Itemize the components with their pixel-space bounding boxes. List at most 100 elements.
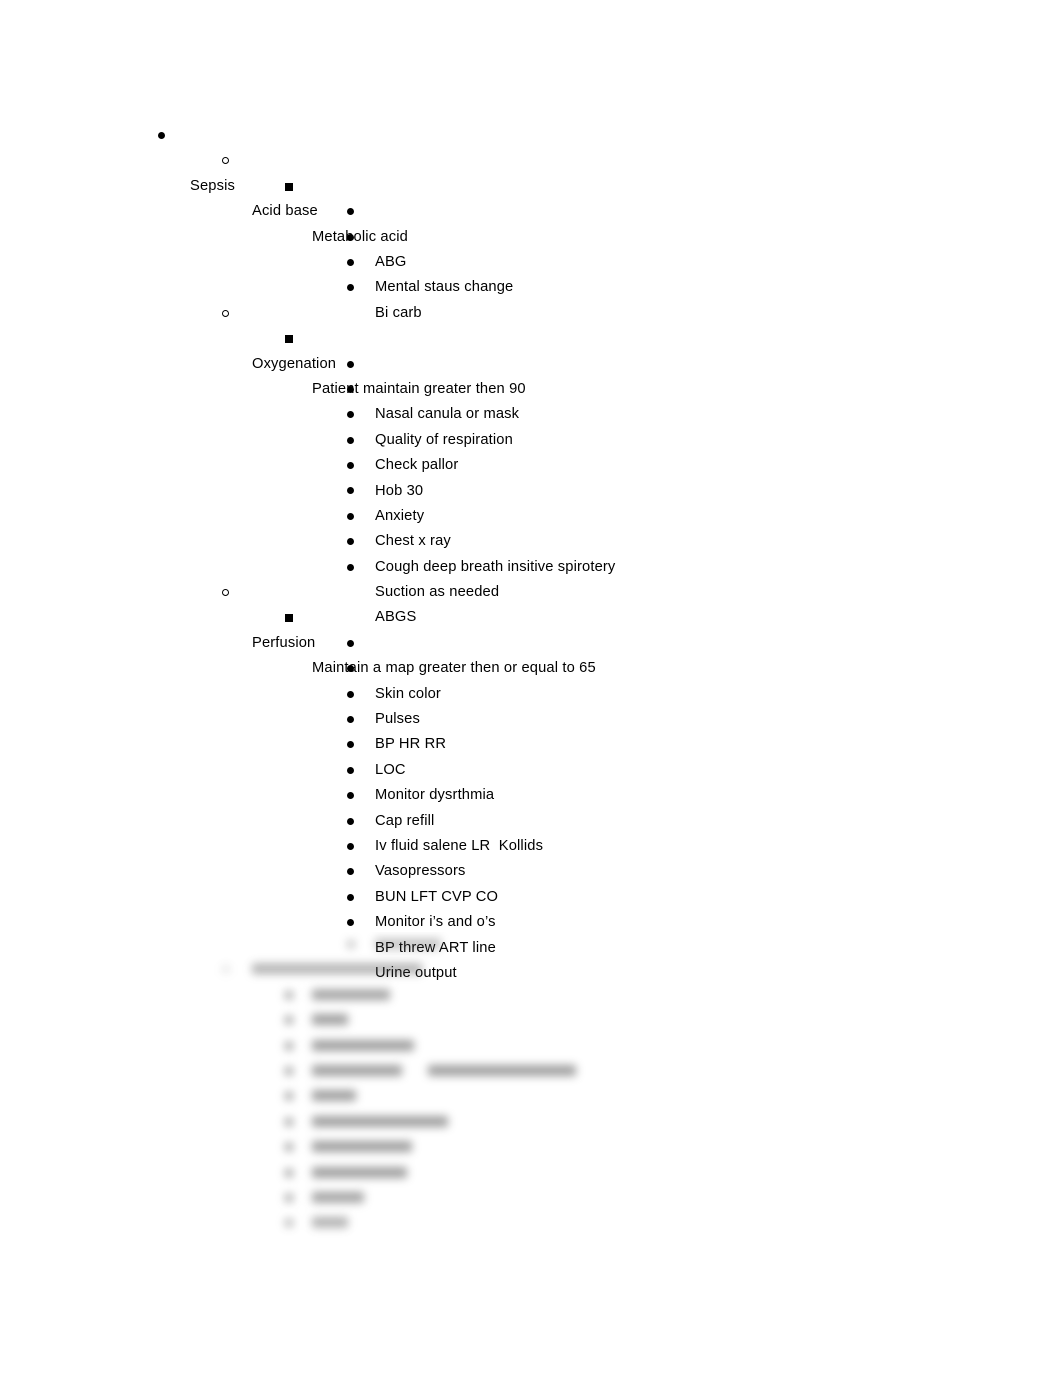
outline-item[interactable]: Cough deep breath insitive spirotery: [0, 504, 1062, 575]
outline-item[interactable]: Suction as needed: [0, 529, 1062, 600]
outline-item[interactable]: Cap refill: [0, 758, 1062, 829]
disc-bullet-icon: [158, 132, 165, 139]
square-bullet-icon: [285, 614, 293, 623]
disc-bullet-icon: [347, 817, 354, 825]
outline-item[interactable]: Hob 30: [0, 428, 1062, 499]
redacted-text-bar: [312, 988, 390, 1000]
disc-bullet-icon: [347, 741, 354, 749]
redacted-row: [0, 1084, 1062, 1109]
outline-item[interactable]: BUN LFT CVP CO: [0, 834, 1062, 905]
redacted-bullet-icon: [285, 1193, 293, 1202]
outline-item-oxygenation[interactable]: Oxygenation: [0, 301, 1062, 372]
outline-item[interactable]: Chest x ray: [0, 478, 1062, 549]
outline-item[interactable]: Mental staus change: [0, 225, 1062, 295]
outline-item[interactable]: ABG: [0, 199, 1062, 270]
document-page: Sepsis Acid base Metabolic acid ABG Ment…: [0, 0, 1062, 1377]
outline-item[interactable]: Check pallor: [0, 402, 1062, 473]
redacted-row: [0, 932, 1062, 957]
redacted-row: [0, 957, 1062, 982]
redacted-text-bar: [312, 1014, 348, 1026]
redacted-text-bar: [312, 1039, 414, 1051]
disc-bullet-icon: [347, 487, 354, 495]
redacted-row: [0, 1110, 1062, 1135]
redacted-row: [0, 1211, 1062, 1236]
disc-bullet-icon: [347, 792, 354, 800]
redacted-row: [0, 1186, 1062, 1211]
redacted-bullet-icon: [285, 1092, 293, 1101]
outline-item-maintain-map-65[interactable]: Maintain a map greater then or equal to …: [0, 605, 1062, 676]
redacted-row: [0, 1059, 1062, 1084]
disc-bullet-icon: [347, 208, 354, 216]
redacted-row: [0, 983, 1062, 1008]
redacted-bullet-icon: [285, 1219, 293, 1228]
outline-item[interactable]: Anxiety: [0, 453, 1062, 524]
redacted-bullet-icon: [285, 990, 293, 999]
redacted-row: [0, 1034, 1062, 1059]
disc-bullet-icon: [347, 512, 354, 520]
redacted-text-bar: [312, 1141, 412, 1153]
redacted-bullet-icon: [285, 1143, 293, 1152]
outline-item-perfusion[interactable]: Perfusion: [0, 580, 1062, 651]
redacted-text-bar: [312, 1191, 364, 1203]
redacted-text-bar: [312, 1115, 448, 1127]
disc-bullet-icon: [347, 563, 354, 571]
disc-bullet-icon: [347, 462, 354, 470]
outline-item[interactable]: LOC: [0, 707, 1062, 778]
outline-item[interactable]: Pulses: [0, 656, 1062, 727]
disc-bullet-icon: [347, 715, 354, 723]
circle-bullet-icon: [222, 589, 229, 597]
square-bullet-icon: [285, 182, 293, 191]
disc-bullet-icon: [347, 284, 354, 292]
outline-item[interactable]: Monitor dysrthmia: [0, 732, 1062, 803]
redacted-text-bar: [428, 1064, 576, 1076]
redacted-bullet-icon: [285, 1041, 293, 1050]
disc-bullet-icon: [347, 360, 354, 368]
outline-item[interactable]: Nasal canula or mask: [0, 352, 1062, 422]
disc-bullet-icon: [347, 893, 354, 901]
redacted-text-bar: [312, 1217, 348, 1229]
square-bullet-icon: [285, 335, 293, 344]
disc-bullet-icon: [347, 233, 354, 241]
disc-bullet-icon: [347, 639, 354, 647]
disc-bullet-icon: [347, 411, 354, 419]
outline-item-empty[interactable]: [0, 275, 1062, 300]
disc-bullet-icon: [347, 690, 354, 698]
redacted-row: [0, 1008, 1062, 1033]
outline-item-metabolic-acid[interactable]: Metabolic acid: [0, 174, 1062, 245]
outline-item[interactable]: Monitor i’s and o’s: [0, 859, 1062, 930]
circle-bullet-icon: [222, 157, 229, 165]
outline-item[interactable]: Bi carb: [0, 250, 1062, 321]
redacted-outline-tail: [0, 932, 1062, 1262]
sepsis-outline: Sepsis Acid base Metabolic acid ABG Ment…: [0, 123, 1062, 981]
redacted-text-bar: [312, 1090, 356, 1102]
redacted-bullet-icon: [222, 965, 230, 974]
redacted-bullet-icon: [347, 940, 355, 948]
outline-item[interactable]: Quality of respiration: [0, 377, 1062, 448]
outline-item[interactable]: Iv fluid salene LR Kollids: [0, 783, 1062, 854]
outline-item-acid-base[interactable]: Acid base: [0, 148, 1062, 219]
redacted-bullet-icon: [285, 1117, 293, 1126]
outline-item[interactable]: ABGS: [0, 555, 1062, 625]
disc-bullet-icon: [347, 436, 354, 444]
outline-item[interactable]: BP threw ART line: [0, 885, 1062, 956]
outline-item[interactable]: Vasopressors: [0, 809, 1062, 879]
redacted-bullet-icon: [285, 1168, 293, 1177]
disc-bullet-icon: [347, 919, 354, 927]
redacted-text-bar: [375, 938, 441, 949]
redacted-bullet-icon: [285, 1066, 293, 1075]
disc-bullet-icon: [347, 766, 354, 774]
redacted-row: [0, 1135, 1062, 1160]
outline-item[interactable]: BP HR RR: [0, 682, 1062, 752]
redacted-text-bar: [312, 1064, 402, 1076]
redaction-blur-layer: [0, 932, 1062, 1262]
disc-bullet-icon: [347, 538, 354, 546]
outline-item-patient-maintain-90[interactable]: Patient maintain greater then 90: [0, 326, 1062, 397]
circle-bullet-icon: [222, 309, 229, 317]
redacted-text-bar: [312, 1166, 407, 1178]
disc-bullet-icon: [347, 258, 354, 266]
disc-bullet-icon: [347, 842, 354, 850]
outline-item[interactable]: Skin color: [0, 631, 1062, 702]
redacted-bullet-icon: [285, 1016, 293, 1025]
disc-bullet-icon: [347, 665, 354, 673]
outline-item-sepsis[interactable]: Sepsis: [0, 123, 1062, 194]
